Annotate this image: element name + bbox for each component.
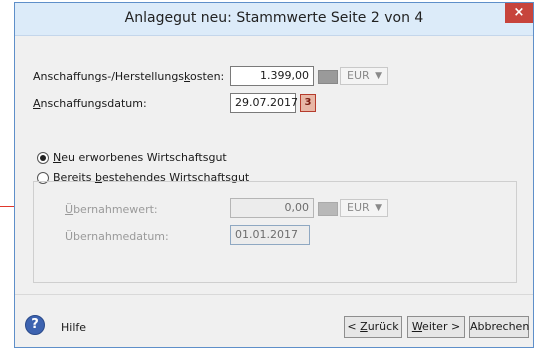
takeover-currency-select[interactable]: EUR ▼ (340, 199, 388, 217)
dialog-content: Anschaffungs-/Herstellungskosten: 1.399,… (15, 36, 533, 347)
back-button[interactable]: < Zurück (344, 316, 402, 338)
title-bar: Anlagegut neu: Stammwerte Seite 2 von 4 … (15, 3, 533, 36)
purchase-date-input[interactable]: 29.07.2017 (230, 93, 298, 113)
takeover-date-input[interactable]: 01.01.2017 (230, 225, 310, 245)
cost-currency-select[interactable]: EUR ▼ (340, 67, 388, 85)
takeover-value-input[interactable]: 0,00 (230, 198, 314, 218)
help-label[interactable]: Hilfe (61, 321, 86, 334)
new-asset-radio[interactable] (37, 152, 49, 164)
chevron-down-icon: ▼ (375, 71, 382, 81)
cost-label: Anschaffungs-/Herstellungskosten: (33, 70, 225, 83)
takeover-value-label: Übernahmewert: (65, 203, 158, 216)
help-icon[interactable]: ? (25, 315, 45, 335)
cost-color-swatch (318, 70, 338, 84)
calendar-icon[interactable]: 3 (300, 94, 316, 112)
close-button[interactable]: × (505, 3, 533, 23)
footer-separator (15, 294, 533, 295)
window-title: Anlagegut neu: Stammwerte Seite 2 von 4 (124, 10, 424, 26)
cost-input[interactable]: 1.399,00 (230, 66, 314, 86)
chevron-down-icon: ▼ (375, 203, 382, 213)
new-asset-label: Neu erworbenes Wirtschaftsgut (53, 151, 227, 164)
purchase-date-label: Anschaffungsdatum: (33, 97, 147, 110)
dialog-window: Anlagegut neu: Stammwerte Seite 2 von 4 … (14, 2, 534, 348)
takeover-date-label: Übernahmedatum: (65, 230, 169, 243)
takeover-color-swatch (318, 202, 338, 216)
next-button[interactable]: Weiter > (407, 316, 465, 338)
cancel-button[interactable]: Abbrechen (469, 316, 529, 338)
